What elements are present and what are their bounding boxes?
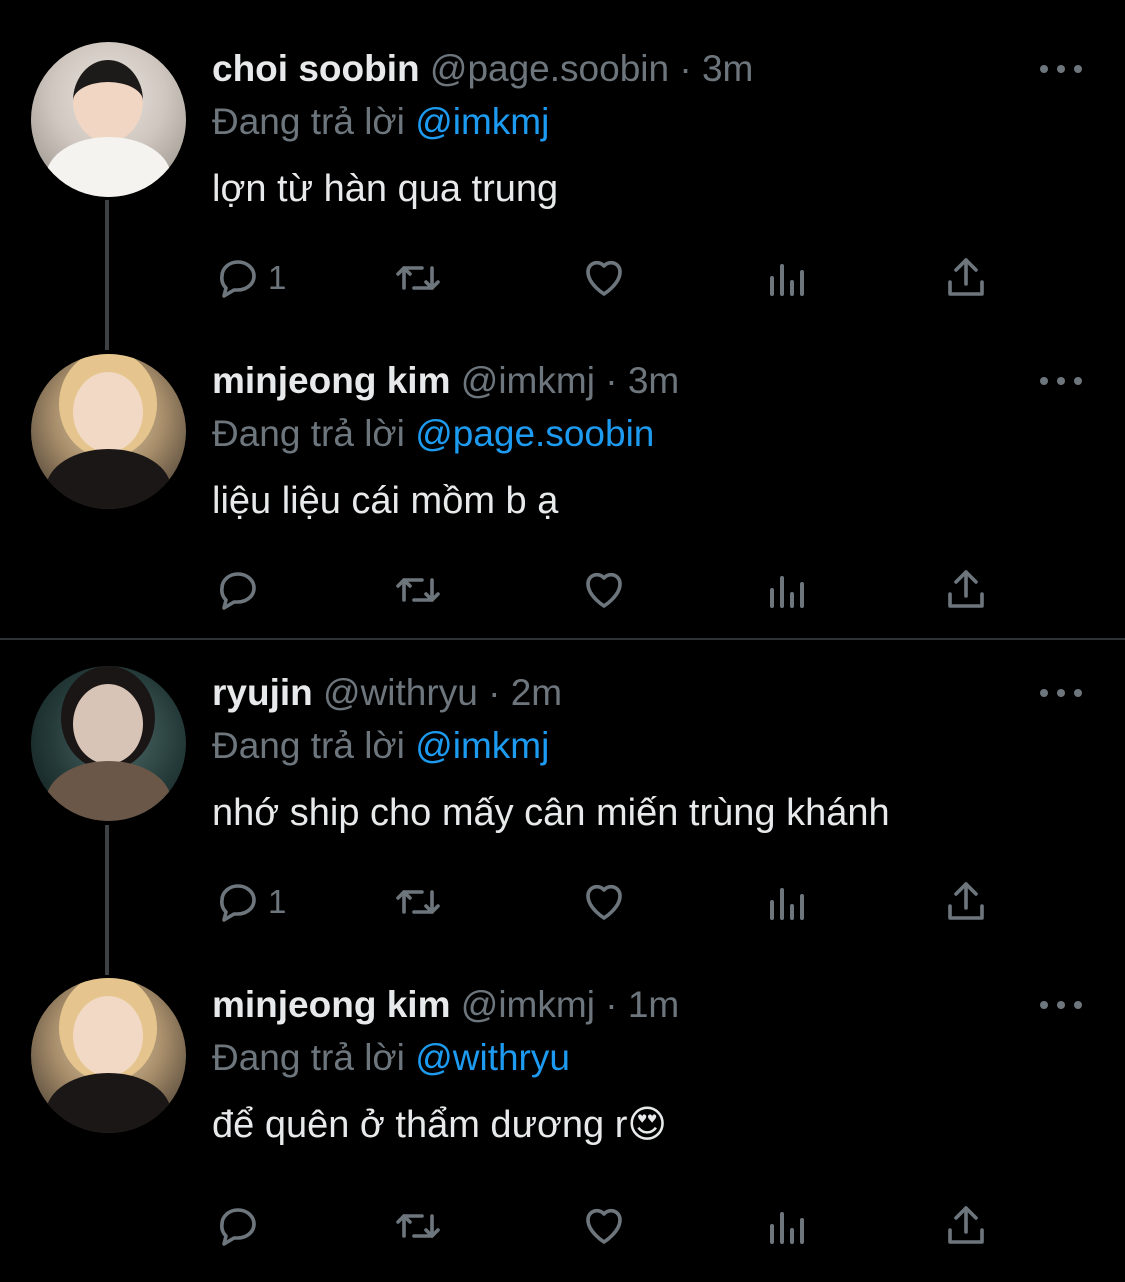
timestamp[interactable]: 3m [628, 360, 679, 401]
share-icon [948, 1206, 984, 1244]
separator-dot: · [605, 984, 618, 1025]
user-handle[interactable]: @imkmj [461, 984, 595, 1025]
share-button[interactable] [942, 874, 990, 930]
reply-mention[interactable]: @imkmj [415, 101, 549, 142]
more-dots-icon[interactable] [1040, 686, 1082, 700]
reply-icon [220, 260, 256, 298]
like-button[interactable] [580, 1198, 628, 1254]
views-button[interactable] [764, 562, 812, 618]
avatar[interactable] [31, 354, 186, 509]
reply-prefix: Đang trả lời [212, 1037, 405, 1078]
heart-icon [586, 1208, 622, 1244]
reply-mention[interactable]: @imkmj [415, 725, 549, 766]
views-button[interactable] [764, 250, 812, 306]
reply-icon [220, 884, 256, 922]
views-button[interactable] [764, 1198, 812, 1254]
share-icon [948, 570, 984, 608]
heart-icon [586, 572, 622, 608]
like-button[interactable] [580, 250, 628, 306]
reply-count: 1 [268, 883, 287, 920]
avatar[interactable] [31, 42, 186, 197]
like-button[interactable] [580, 562, 628, 618]
reply-mention[interactable]: @page.soobin [415, 413, 654, 454]
reply-context: Đang trả lời @imkmj [212, 722, 549, 770]
analytics-icon [770, 576, 804, 608]
retweet-button[interactable] [394, 874, 442, 930]
action-bar: 1 [0, 250, 1125, 310]
retweet-icon [396, 266, 440, 290]
retweet-button[interactable] [394, 250, 442, 306]
heart-icon [586, 884, 622, 920]
heart-icon [586, 260, 622, 296]
tweet-header: ryujin @withryu · 2m [212, 669, 562, 717]
retweet-icon [396, 578, 440, 602]
reply-button[interactable] [214, 562, 268, 618]
action-bar [0, 562, 1125, 622]
retweet-button[interactable] [394, 562, 442, 618]
tweet[interactable]: choi soobin @page.soobin · 3m Đang trả l… [0, 0, 1125, 312]
reply-prefix: Đang trả lời [212, 101, 405, 142]
share-button[interactable] [942, 1198, 990, 1254]
timestamp[interactable]: 1m [628, 984, 679, 1025]
user-handle[interactable]: @imkmj [461, 360, 595, 401]
tweet-text: để quên ở thẩm dương r😍 [212, 1104, 668, 1146]
timestamp[interactable]: 3m [702, 48, 753, 89]
reply-count: 1 [268, 259, 287, 296]
separator-dot: · [679, 48, 692, 89]
reply-prefix: Đang trả lời [212, 725, 405, 766]
reply-context: Đang trả lời @imkmj [212, 98, 549, 146]
user-handle[interactable]: @page.soobin [430, 48, 669, 89]
reply-icon [220, 1208, 256, 1246]
timestamp[interactable]: 2m [511, 672, 562, 713]
tweet-text: liệu liệu cái mồm b ạ [212, 480, 559, 522]
more-dots-icon[interactable] [1040, 62, 1082, 76]
tweet-header: choi soobin @page.soobin · 3m [212, 45, 753, 93]
tweet-header: minjeong kim @imkmj · 3m [212, 357, 679, 405]
tweet[interactable]: ryujin @withryu · 2m Đang trả lời @imkmj… [0, 624, 1125, 936]
avatar[interactable] [31, 666, 186, 821]
user-handle[interactable]: @withryu [323, 672, 478, 713]
reply-mention[interactable]: @withryu [415, 1037, 570, 1078]
share-button[interactable] [942, 250, 990, 306]
reply-icon [220, 572, 256, 610]
more-dots-icon[interactable] [1040, 374, 1082, 388]
tweet[interactable]: minjeong kim @imkmj · 1m Đang trả lời @w… [0, 936, 1125, 1248]
tweet-text: nhớ ship cho mấy cân miến trùng khánh [212, 792, 890, 834]
reply-context: Đang trả lời @withryu [212, 1034, 570, 1082]
display-name[interactable]: minjeong kim [212, 984, 450, 1025]
like-button[interactable] [580, 874, 628, 930]
avatar[interactable] [31, 978, 186, 1133]
reply-prefix: Đang trả lời [212, 413, 405, 454]
more-dots-icon[interactable] [1040, 998, 1082, 1012]
action-bar: 1 [0, 874, 1125, 934]
retweet-icon [396, 890, 440, 914]
action-bar [0, 1198, 1125, 1258]
analytics-icon [770, 264, 804, 296]
display-name[interactable]: minjeong kim [212, 360, 450, 401]
tweet-text: lợn từ hàn qua trung [212, 168, 559, 210]
tweet-header: minjeong kim @imkmj · 1m [212, 981, 679, 1029]
separator-dot: · [605, 360, 618, 401]
reply-context: Đang trả lời @page.soobin [212, 410, 654, 458]
separator-dot: · [488, 672, 501, 713]
analytics-icon [770, 1212, 804, 1244]
analytics-icon [770, 888, 804, 920]
tweet[interactable]: minjeong kim @imkmj · 3m Đang trả lời @p… [0, 312, 1125, 624]
reply-button[interactable] [214, 1198, 268, 1254]
reply-button[interactable]: 1 [214, 874, 286, 930]
reply-button[interactable]: 1 [214, 250, 286, 306]
share-button[interactable] [942, 562, 990, 618]
retweet-icon [396, 1214, 440, 1238]
retweet-button[interactable] [394, 1198, 442, 1254]
display-name[interactable]: choi soobin [212, 48, 420, 89]
share-icon [948, 882, 984, 920]
share-icon [948, 258, 984, 296]
display-name[interactable]: ryujin [212, 672, 313, 713]
views-button[interactable] [764, 874, 812, 930]
